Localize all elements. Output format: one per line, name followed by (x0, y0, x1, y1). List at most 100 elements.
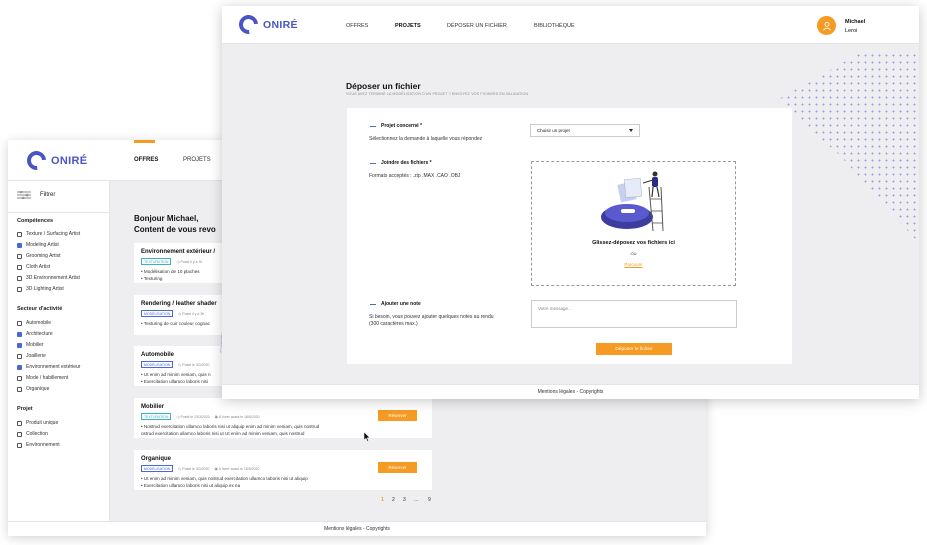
checkbox-label: 3D Lighting Artist (26, 286, 64, 292)
filter-checkbox[interactable]: Cloth Artist (17, 264, 50, 270)
filter-checkbox[interactable]: Collection (17, 431, 48, 437)
checkbox-unchecked-icon[interactable] (17, 231, 22, 237)
checkbox-checked-icon[interactable] (17, 364, 22, 370)
filter-checkbox[interactable]: Environnement (17, 442, 60, 448)
page-title: Déposer un fichier (346, 81, 421, 91)
checkbox-unchecked-icon[interactable] (17, 386, 22, 392)
chevron-down-icon (629, 129, 633, 132)
checkbox-unchecked-icon[interactable] (17, 442, 22, 448)
user-icon (822, 21, 831, 31)
checkbox-checked-icon[interactable] (17, 342, 22, 348)
logo-text: ONIRÉ (263, 18, 298, 31)
front-logo[interactable]: ONIRÉ (235, 11, 298, 38)
filter-checkbox[interactable]: Grooming Artist (17, 253, 60, 259)
logo-icon (23, 147, 50, 174)
dropzone-or: OU (630, 251, 637, 256)
filter-checkbox[interactable]: Mode / habillement (17, 375, 68, 381)
page-3[interactable]: 3 (403, 497, 406, 503)
offer-posted: Posté le 23/3/2020 (180, 414, 210, 419)
front-footer[interactable]: Mentions légales - Copyrights (222, 384, 919, 399)
checkbox-label: Organique (26, 386, 50, 392)
checkbox-checked-icon[interactable] (17, 242, 22, 248)
checkbox-label: Mobilier (26, 342, 44, 348)
checkbox-label: Mode / habillement (26, 375, 69, 381)
offer-posted: Posté il y a 3h (182, 311, 205, 316)
avatar[interactable] (817, 16, 836, 35)
checkbox-unchecked-icon[interactable] (17, 353, 22, 359)
filter-checkbox[interactable]: Texture / Surfacing Artist (17, 231, 80, 237)
offer-card[interactable]: Mobilier TEXTURATION ◷ Posté le 23/3/2020 ▣… (134, 398, 432, 438)
offer-meta: MODÉLISATION ◷ Posté le 3/3/2020 ▣ À livre… (141, 465, 259, 472)
offer-card[interactable]: Organique MODÉLISATION ◷ Posté le 3/3/2020… (134, 450, 432, 490)
offer-posted: Posté il y a 3h (180, 259, 203, 264)
checkbox-label: Joaillerie (26, 353, 46, 359)
nav-offres[interactable]: OFFRES (134, 157, 158, 163)
reserve-button[interactable]: Réserver (378, 462, 417, 473)
checkbox-label: Cloth Artist (26, 264, 51, 270)
nav-projets[interactable]: PROJETS (395, 23, 421, 29)
filter-checkbox[interactable]: Produit unique (17, 420, 58, 426)
browse-link[interactable]: Parcourir (532, 262, 735, 267)
filter-checkbox[interactable]: 3D Environnement Artist (17, 275, 80, 281)
filter-checkbox[interactable]: Joaillerie (17, 353, 46, 359)
checkbox-label: Environnement extérieur (26, 364, 81, 370)
nav-offres[interactable]: OFFRES (346, 23, 368, 29)
nav-deposer[interactable]: DÉPOSER UN FICHIER (447, 23, 507, 29)
offer-deadline: À livrer avant le 18/5/2020 (218, 466, 260, 471)
reserve-button[interactable]: Réserver (378, 410, 417, 421)
offer-description: • Nostrud exercitation ullamco laboris n… (141, 423, 319, 437)
filter-checkbox[interactable]: Automobile (17, 320, 51, 326)
filter-toggle[interactable]: Filtrer (17, 191, 55, 199)
checkbox-unchecked-icon[interactable] (17, 375, 22, 381)
offer-meta: MODÉLISATION ◷ Posté il y a 3h (141, 310, 204, 317)
offer-title: Environnement extérieur / (141, 249, 216, 255)
file-dropzone[interactable]: Glissez-déposez vos fichiers ici OU Parc… (531, 161, 736, 286)
offer-title: Automobile (141, 352, 174, 358)
page-2[interactable]: 2 (392, 497, 395, 503)
filter-checkbox[interactable]: Environnement extérieur (17, 364, 80, 370)
section-projet: Projet (17, 406, 33, 412)
note-textarea[interactable]: Votre message... (531, 300, 737, 328)
checkbox-unchecked-icon[interactable] (17, 431, 22, 437)
checkbox-unchecked-icon[interactable] (17, 264, 22, 270)
page-9[interactable]: 9 (428, 497, 431, 503)
page-1[interactable]: 1 (381, 497, 384, 503)
note-desc: Si besoin, vous pouvez ajouter quelques … (369, 314, 494, 327)
filter-sidebar: Filtrer Compétences Texture / Surfacing … (8, 181, 110, 521)
checkbox-unchecked-icon[interactable] (17, 286, 22, 292)
offer-line: ostrud exercitation ullamco laboris nisi… (141, 431, 305, 436)
upload-window: ONIRÉ OFFRES PROJETS DÉPOSER UN FICHIER … (222, 6, 919, 399)
offer-meta: MODÉLISATION ◷ Posté le 3/3/2020 (141, 361, 209, 368)
checkbox-label: Grooming Artist (26, 253, 61, 259)
project-select[interactable]: Choisir un projet (530, 124, 640, 137)
filter-checkbox[interactable]: Modeling Artist (17, 242, 59, 248)
offer-line: • Modélisation de 10 plaches (141, 269, 200, 274)
nav-bibliotheque[interactable]: BIBLIOTHÈQUE (534, 23, 575, 29)
filter-checkbox[interactable]: 3D Lighting Artist (17, 286, 64, 292)
offer-title: Rendering / leather shader (141, 301, 217, 307)
offer-line: • Exercitation ullamco laboris nisi ut a… (141, 483, 241, 488)
submit-button[interactable]: Déposer le fichier (596, 343, 672, 355)
filter-checkbox[interactable]: Architecture (17, 331, 53, 337)
offer-tag: TEXTURATION (141, 413, 172, 420)
filter-checkbox[interactable]: Organique (17, 386, 49, 392)
front-header: ONIRÉ OFFRES PROJETS DÉPOSER UN FICHIER … (222, 6, 919, 44)
checkbox-checked-icon[interactable] (17, 331, 22, 337)
label-dash (370, 303, 376, 305)
back-logo[interactable]: ONIRÉ (23, 147, 87, 174)
checkbox-unchecked-icon[interactable] (17, 320, 22, 326)
checkbox-label: Modeling Artist (26, 242, 59, 248)
offer-description: • Texturing de cuir couleur cognac (141, 320, 210, 327)
checkbox-unchecked-icon[interactable] (17, 253, 22, 259)
user-name[interactable]: Michael Leroi (845, 18, 865, 36)
label-dash (370, 125, 376, 127)
nav-projets[interactable]: PROJETS (183, 157, 211, 163)
offer-line: • Ut enim ad minim veniam, quis n (141, 372, 211, 377)
back-footer[interactable]: Mentions légales - Copyrights (8, 521, 706, 536)
offer-meta: TEXTURATION ◷ Posté il y a 3h (141, 258, 202, 265)
checkbox-unchecked-icon[interactable] (17, 275, 22, 281)
offer-tag: MODÉLISATION (141, 310, 174, 317)
checkbox-unchecked-icon[interactable] (17, 420, 22, 426)
offer-description: • Ut enim ad minim veniam, quis n • Exerc… (141, 371, 211, 385)
filter-checkbox[interactable]: Mobilier (17, 342, 44, 348)
